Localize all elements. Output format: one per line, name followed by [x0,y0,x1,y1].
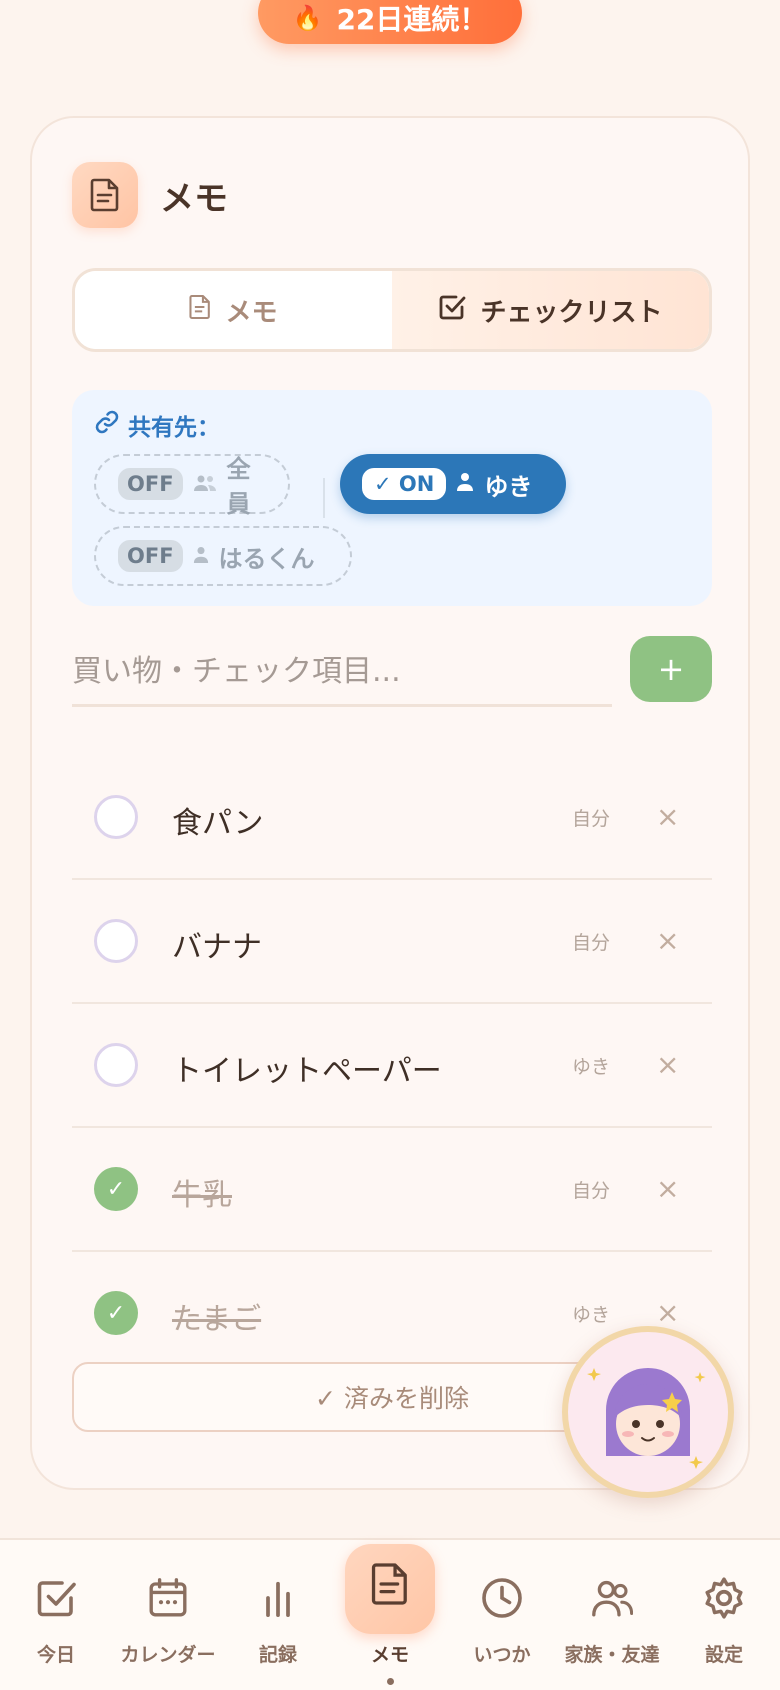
nav-label: 記録 [258,1644,297,1666]
share-chip-haru[interactable]: OFF はるくん [94,526,352,586]
nav-item-family[interactable]: 家族・友達 [558,1540,666,1690]
item-owner: ゆき [572,1304,611,1326]
share-chip-yuki[interactable]: ✓ ON ゆき [340,454,566,514]
nav-label: 今日 [36,1644,75,1666]
checkbox-icon [35,1574,77,1622]
item-owner: 自分 [572,932,611,954]
delete-icon[interactable]: × [656,1048,679,1081]
item-text: 食パン [172,806,264,841]
share-label: 共有先： [94,408,220,442]
bar-chart-icon [260,1574,296,1622]
card-header: メモ [72,162,228,228]
calendar-icon [148,1574,188,1622]
mascot-avatar-button[interactable] [562,1326,734,1498]
share-chip-everyone[interactable]: OFF 全員 [94,454,290,518]
item-owner: 自分 [572,1180,611,1202]
chip-name: はるくん [218,544,315,573]
list-item: トイレットペーパー ゆき × [72,1004,712,1128]
list-item: ✓ 牛乳 自分 × [72,1128,712,1252]
item-owner: 自分 [572,808,611,830]
item-checkbox[interactable]: ✓ [94,1167,138,1211]
item-checkbox[interactable] [94,1043,138,1087]
bottom-nav: 今日 カレンダー 記録 メモ いつか 家族・友達 設定 [0,1538,780,1690]
add-item-button[interactable]: + [630,636,712,702]
link-icon [94,409,120,441]
nav-item-memo[interactable]: メモ [336,1540,444,1690]
nav-item-someday[interactable]: いつか [448,1540,556,1690]
tab-checklist-label: チェックリスト [480,297,663,328]
nav-item-records[interactable]: 記録 [224,1540,332,1690]
checkbox-icon [438,293,466,328]
list-item: 食パン 自分 × [72,756,712,880]
item-text: バナナ [172,930,262,965]
checklist: 食パン 自分 × バナナ 自分 × トイレットペーパー ゆき × ✓ 牛乳 自分… [72,756,712,1374]
share-label-text: 共有先： [128,415,220,441]
card-title: メモ [160,178,228,219]
active-indicator-dot [387,1678,394,1685]
clock-icon [481,1574,523,1622]
nav-label: カレンダー [120,1644,216,1666]
chip-state: OFF [118,540,183,572]
item-text: たまご [172,1302,262,1337]
chip-name: 全員 [226,455,251,518]
chip-state: ✓ ON [362,468,447,500]
person-icon [456,470,474,498]
document-icon [371,1560,409,1608]
nav-label: メモ [370,1644,409,1666]
tab-checklist[interactable]: チェックリスト [392,271,709,349]
streak-label: 22日連続！ [336,3,488,36]
delete-icon[interactable]: × [656,1296,679,1329]
fire-icon: 🔥 [292,4,323,32]
nav-item-calendar[interactable]: カレンダー [114,1540,222,1690]
nav-item-settings[interactable]: 設定 [670,1540,778,1690]
tab-bar: メモ チェックリスト [72,268,712,352]
document-icon [189,294,211,327]
chip-name: ゆき [484,472,533,501]
item-checkbox[interactable]: ✓ [94,1291,138,1335]
chip-divider [323,478,325,518]
item-owner: ゆき [572,1056,611,1078]
chip-state: OFF [118,468,183,500]
add-item-row: + [72,636,712,738]
nav-label: 家族・友達 [564,1644,660,1666]
item-text: トイレットペーパー [172,1054,442,1089]
person-icon [193,542,209,570]
nav-item-today[interactable]: 今日 [2,1540,110,1690]
nav-label: 設定 [704,1644,743,1666]
mascot-icon [587,1368,706,1469]
tab-memo[interactable]: メモ [75,271,392,349]
delete-icon[interactable]: × [656,924,679,957]
list-item: バナナ 自分 × [72,880,712,1004]
document-icon [72,162,138,228]
item-checkbox[interactable] [94,919,138,963]
people-icon [591,1574,633,1622]
nav-label: いつか [473,1644,531,1666]
streak-banner: 🔥 22日連続！ [258,0,522,44]
memo-card: メモ メモ チェックリスト 共有先： OFF 全員 ✓ ON ゆき OFF はる… [30,116,750,1490]
gear-icon [702,1574,746,1622]
delete-icon[interactable]: × [656,1172,679,1205]
add-item-input[interactable] [72,638,612,707]
item-text: 牛乳 [172,1178,232,1213]
group-icon [193,470,217,498]
delete-icon[interactable]: × [656,800,679,833]
tab-memo-label: メモ [225,297,278,328]
share-panel: 共有先： OFF 全員 ✓ ON ゆき OFF はるくん [72,390,712,606]
item-checkbox[interactable] [94,795,138,839]
